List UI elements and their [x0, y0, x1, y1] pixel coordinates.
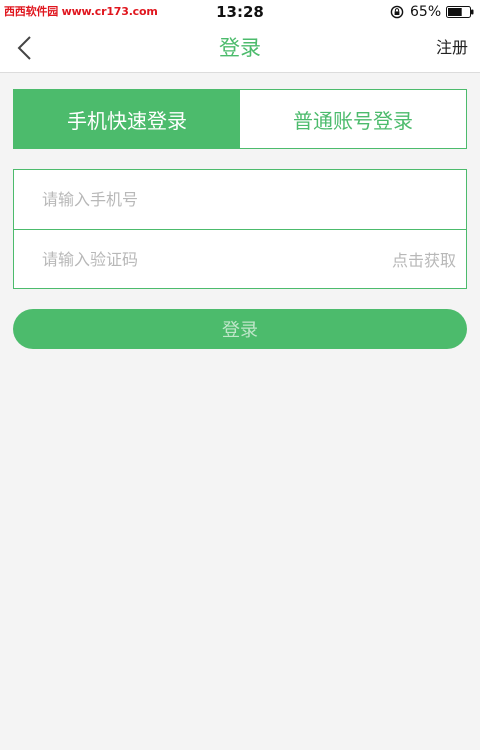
register-link[interactable]: 注册: [436, 38, 468, 58]
code-row: 点击获取: [14, 229, 466, 288]
phone-input[interactable]: [42, 170, 372, 229]
battery-icon: [446, 6, 474, 18]
login-mode-tabs: 手机快速登录 普通账号登录: [13, 89, 467, 149]
rotation-lock-icon: [390, 5, 404, 19]
page-title: 登录: [219, 36, 261, 60]
battery-percentage: 65%: [410, 4, 442, 20]
tab-phone-quick-login[interactable]: 手机快速登录: [14, 90, 240, 148]
login-form: 点击获取: [13, 169, 467, 289]
get-code-button[interactable]: 点击获取: [392, 230, 456, 288]
status-bar: 西西软件园 www.cr173.com 13:28 65%: [0, 0, 480, 24]
login-button[interactable]: 登录: [13, 309, 467, 349]
status-time: 13:28: [216, 3, 264, 21]
navigation-bar: 登录 注册: [0, 24, 480, 73]
phone-row: [14, 170, 466, 229]
tab-account-login[interactable]: 普通账号登录: [240, 90, 466, 148]
battery-fill: [448, 8, 462, 16]
verification-code-input[interactable]: [42, 230, 372, 288]
